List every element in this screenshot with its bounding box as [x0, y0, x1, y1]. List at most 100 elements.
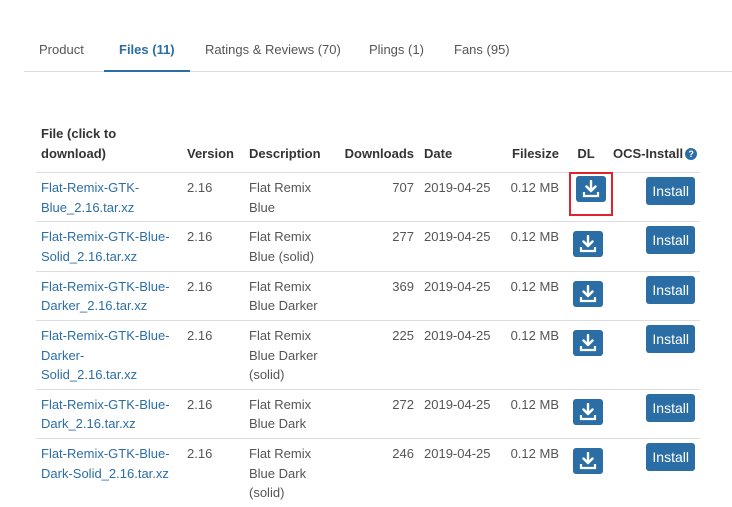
date-cell: 2019-04-25: [419, 270, 499, 321]
file-link[interactable]: Flat-Remix-GTK-Blue-Dark-Solid_2.16.tar.…: [41, 446, 170, 481]
header-downloads[interactable]: Downloads: [335, 124, 419, 173]
files-table: File (click to download) Version Descrip…: [36, 124, 700, 507]
header-date[interactable]: Date: [419, 124, 499, 173]
header-version[interactable]: Version: [182, 124, 244, 173]
file-link[interactable]: Flat-Remix-GTK-Blue-Solid_2.16.tar.xz: [41, 229, 170, 264]
table-row: Flat-Remix-GTK-Blue-Dark_2.16.tar.xz 2.1…: [36, 388, 700, 439]
dl-cell: [564, 320, 608, 389]
ocs-install-cell: Install: [608, 388, 700, 439]
header-dl: DL: [564, 124, 608, 173]
ocs-install-cell: Install: [608, 320, 700, 389]
downloads-cell: 225: [335, 320, 419, 389]
description-cell: Flat Remix Blue (solid): [244, 221, 335, 271]
header-filesize[interactable]: Filesize: [499, 124, 564, 173]
date-cell: 2019-04-25: [419, 172, 499, 222]
download-highlight: [569, 395, 607, 435]
downloads-cell: 246: [335, 438, 419, 507]
description-cell: Flat Remix Blue Dark (solid): [244, 438, 335, 507]
version-cell: 2.16: [182, 320, 244, 389]
ocs-install-cell: Install: [608, 221, 700, 271]
download-icon: [579, 334, 597, 352]
downloads-cell: 272: [335, 388, 419, 439]
download-icon: [582, 180, 600, 198]
date-cell: 2019-04-25: [419, 221, 499, 271]
file-cell: Flat-Remix-GTK-Blue-Dark-Solid_2.16.tar.…: [36, 438, 182, 507]
table-row: Flat-Remix-GTK-Blue-Darker-Solid_2.16.ta…: [36, 320, 700, 389]
download-highlight: [569, 227, 607, 267]
table-header-row: File (click to download) Version Descrip…: [36, 124, 700, 173]
tab-fans[interactable]: Fans (95): [454, 28, 510, 71]
filesize-cell: 0.12 MB: [499, 388, 564, 439]
download-button[interactable]: [573, 280, 603, 307]
table-row: Flat-Remix-GTK-Blue-Dark-Solid_2.16.tar.…: [36, 438, 700, 507]
download-icon: [579, 235, 597, 253]
download-button[interactable]: [573, 448, 603, 474]
downloads-cell: 707: [335, 172, 419, 222]
date-cell: 2019-04-25: [419, 320, 499, 389]
tab-product[interactable]: Product: [39, 28, 84, 71]
filesize-cell: 0.12 MB: [499, 270, 564, 321]
download-icon: [579, 402, 597, 420]
install-button[interactable]: Install: [646, 275, 695, 304]
download-highlight: [569, 277, 607, 317]
download-icon: [579, 452, 597, 470]
header-ocs-install-label: OCS-Install: [613, 146, 684, 161]
table-row: Flat-Remix-GTK-Blue-Darker_2.16.tar.xz 2…: [36, 270, 700, 321]
date-cell: 2019-04-25: [419, 438, 499, 507]
version-cell: 2.16: [182, 388, 244, 439]
dl-cell: [564, 388, 608, 439]
tab-bar: Product Files (11) Ratings & Reviews (70…: [24, 28, 732, 72]
ocs-install-cell: Install: [608, 270, 700, 321]
dl-cell: [564, 221, 608, 271]
help-icon[interactable]: ?: [685, 148, 698, 160]
file-link[interactable]: Flat-Remix-GTK-Blue_2.16.tar.xz: [41, 180, 139, 215]
download-button[interactable]: [573, 398, 603, 425]
file-cell: Flat-Remix-GTK-Blue-Solid_2.16.tar.xz: [36, 221, 182, 271]
table-row: Flat-Remix-GTK-Blue_2.16.tar.xz 2.16 Fla…: [36, 172, 700, 222]
filesize-cell: 0.12 MB: [499, 320, 564, 389]
download-highlight: [569, 444, 607, 484]
download-button[interactable]: [576, 176, 606, 202]
tab-plings[interactable]: Plings (1): [369, 28, 424, 71]
header-file[interactable]: File (click to download): [36, 124, 182, 173]
file-link[interactable]: Flat-Remix-GTK-Blue-Dark_2.16.tar.xz: [41, 397, 170, 432]
file-link[interactable]: Flat-Remix-GTK-Blue-Darker-Solid_2.16.ta…: [41, 328, 170, 382]
ocs-install-cell: Install: [608, 172, 700, 222]
filesize-cell: 0.12 MB: [499, 438, 564, 507]
install-button[interactable]: Install: [646, 443, 695, 471]
date-cell: 2019-04-25: [419, 388, 499, 439]
tab-ratings-reviews[interactable]: Ratings & Reviews (70): [205, 28, 341, 71]
file-cell: Flat-Remix-GTK-Blue_2.16.tar.xz: [36, 172, 182, 222]
version-cell: 2.16: [182, 438, 244, 507]
downloads-cell: 369: [335, 270, 419, 321]
install-button[interactable]: Install: [646, 226, 695, 254]
table-row: Flat-Remix-GTK-Blue-Solid_2.16.tar.xz 2.…: [36, 221, 700, 271]
dl-cell: [564, 438, 608, 507]
description-cell: Flat Remix Blue Darker: [244, 270, 335, 321]
install-button[interactable]: Install: [646, 177, 695, 205]
downloads-cell: 277: [335, 221, 419, 271]
version-cell: 2.16: [182, 172, 244, 222]
download-highlight: [569, 172, 613, 216]
download-button[interactable]: [573, 330, 603, 356]
install-button[interactable]: Install: [646, 325, 695, 353]
download-highlight: [569, 326, 607, 366]
tab-files[interactable]: Files (11): [104, 28, 190, 72]
ocs-install-cell: Install: [608, 438, 700, 507]
download-icon: [579, 284, 597, 302]
download-button[interactable]: [573, 231, 603, 257]
dl-cell: [564, 172, 613, 222]
header-ocs-install: OCS-Install?: [608, 124, 700, 173]
version-cell: 2.16: [182, 221, 244, 271]
description-cell: Flat Remix Blue Dark: [244, 388, 335, 439]
filesize-cell: 0.12 MB: [499, 172, 564, 222]
description-cell: Flat Remix Blue: [244, 172, 335, 222]
version-cell: 2.16: [182, 270, 244, 321]
install-button[interactable]: Install: [646, 393, 695, 422]
file-cell: Flat-Remix-GTK-Blue-Dark_2.16.tar.xz: [36, 388, 182, 439]
file-cell: Flat-Remix-GTK-Blue-Darker_2.16.tar.xz: [36, 270, 182, 321]
file-cell: Flat-Remix-GTK-Blue-Darker-Solid_2.16.ta…: [36, 320, 182, 389]
header-description[interactable]: Description: [244, 124, 335, 173]
description-cell: Flat Remix Blue Darker (solid): [244, 320, 335, 389]
file-link[interactable]: Flat-Remix-GTK-Blue-Darker_2.16.tar.xz: [41, 279, 170, 314]
